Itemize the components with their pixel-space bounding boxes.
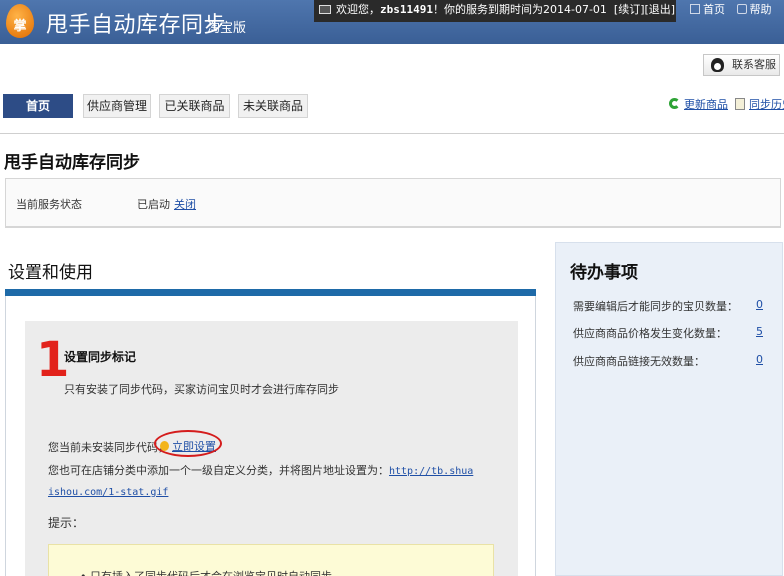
status-text: 已启动 xyxy=(137,198,170,211)
app-edition: 淘宝版 xyxy=(207,21,247,36)
todo-panel xyxy=(555,242,783,576)
quick-links: 更新商品 同步历史 xyxy=(669,96,784,112)
renew-link[interactable]: [续订] xyxy=(614,3,645,16)
divider xyxy=(0,133,784,134)
step-title: 设置同步标记 xyxy=(64,350,137,364)
setup-section-title: 设置和使用 xyxy=(8,263,93,283)
tab-unlinked-goods[interactable]: 未关联商品 xyxy=(238,94,308,118)
username: zbs11491 xyxy=(380,3,433,16)
tab-linked-goods[interactable]: 已关联商品 xyxy=(159,94,230,118)
welcome-bar: 欢迎您，zbs11491！你的服务到期时间为2014-07-01 [续订][退出… xyxy=(314,0,676,22)
page-title: 甩手自动库存同步 xyxy=(4,153,140,173)
todo-count-invalid-links[interactable]: 0 xyxy=(756,353,763,366)
home-label: 首页 xyxy=(703,3,725,16)
top-right-links: 首页 帮助 xyxy=(690,1,780,19)
welcome-prefix: 欢迎您， xyxy=(336,3,380,16)
contact-label: 联系客服 xyxy=(732,58,776,71)
todo-count-price-changed[interactable]: 5 xyxy=(756,325,763,338)
contact-support-button[interactable]: 联系客服 xyxy=(703,54,780,76)
alternative-instructions: 您也可在店铺分类中添加一个一级自定义分类，并将图片地址设置为：http://tb… xyxy=(48,461,478,503)
clipboard-icon xyxy=(735,98,745,110)
help-label: 帮助 xyxy=(749,3,772,16)
section-accent-bar xyxy=(5,289,536,296)
todo-count-edit-before-sync[interactable]: 0 xyxy=(756,298,763,311)
todo-title: 待办事项 xyxy=(570,263,638,283)
expiry-text: ！你的服务到期时间为2014-07-01 xyxy=(432,3,607,16)
tip-line: • 只有插入了同步代码后才会在浏览宝贝时自动同步 xyxy=(80,568,332,576)
todo-item-invalid-links: 供应商商品链接无效数量： xyxy=(573,355,705,368)
tab-supplier-management[interactable]: 供应商管理 xyxy=(83,94,151,118)
home-link[interactable]: 首页 xyxy=(690,3,725,16)
todo-item-edit-before-sync: 需要编辑后才能同步的宝贝数量： xyxy=(573,300,738,313)
todo-item-price-changed: 供应商商品价格发生变化数量： xyxy=(573,327,727,340)
app-logo: 掌 xyxy=(6,4,36,38)
not-installed-text: 您当前未安装同步代码， xyxy=(48,441,169,454)
qq-penguin-icon xyxy=(711,58,724,72)
help-link[interactable]: 帮助 xyxy=(736,3,772,16)
refresh-icon xyxy=(669,98,680,109)
close-service-link[interactable]: 关闭 xyxy=(174,198,196,211)
alternative-text: 您也可在店铺分类中添加一个一级自定义分类，并将图片地址设置为： xyxy=(48,464,389,477)
top-header: 掌 甩手自动库存同步 淘宝版 欢迎您，zbs11491！你的服务到期时间为201… xyxy=(0,0,784,44)
update-goods-link[interactable]: 更新商品 xyxy=(684,98,728,111)
sync-history-link[interactable]: 同步历史 xyxy=(749,98,784,111)
status-label: 当前服务状态 xyxy=(16,198,82,211)
tab-home[interactable]: 首页 xyxy=(3,94,73,118)
logo-char: 掌 xyxy=(13,19,27,34)
status-value: 已启动 关闭 xyxy=(137,196,196,212)
home-icon xyxy=(690,4,700,14)
highlight-circle xyxy=(154,430,222,457)
tips-label: 提示： xyxy=(48,516,85,530)
app-title: 甩手自动库存同步 xyxy=(46,13,227,38)
step-description: 只有安装了同步代码，买家访问宝贝时才会进行库存同步 xyxy=(64,383,339,396)
id-card-icon xyxy=(319,5,331,14)
logout-link[interactable]: [退出] xyxy=(645,3,676,16)
sitemap-icon xyxy=(736,4,747,14)
service-status-box: 当前服务状态 已启动 关闭 xyxy=(5,178,781,228)
